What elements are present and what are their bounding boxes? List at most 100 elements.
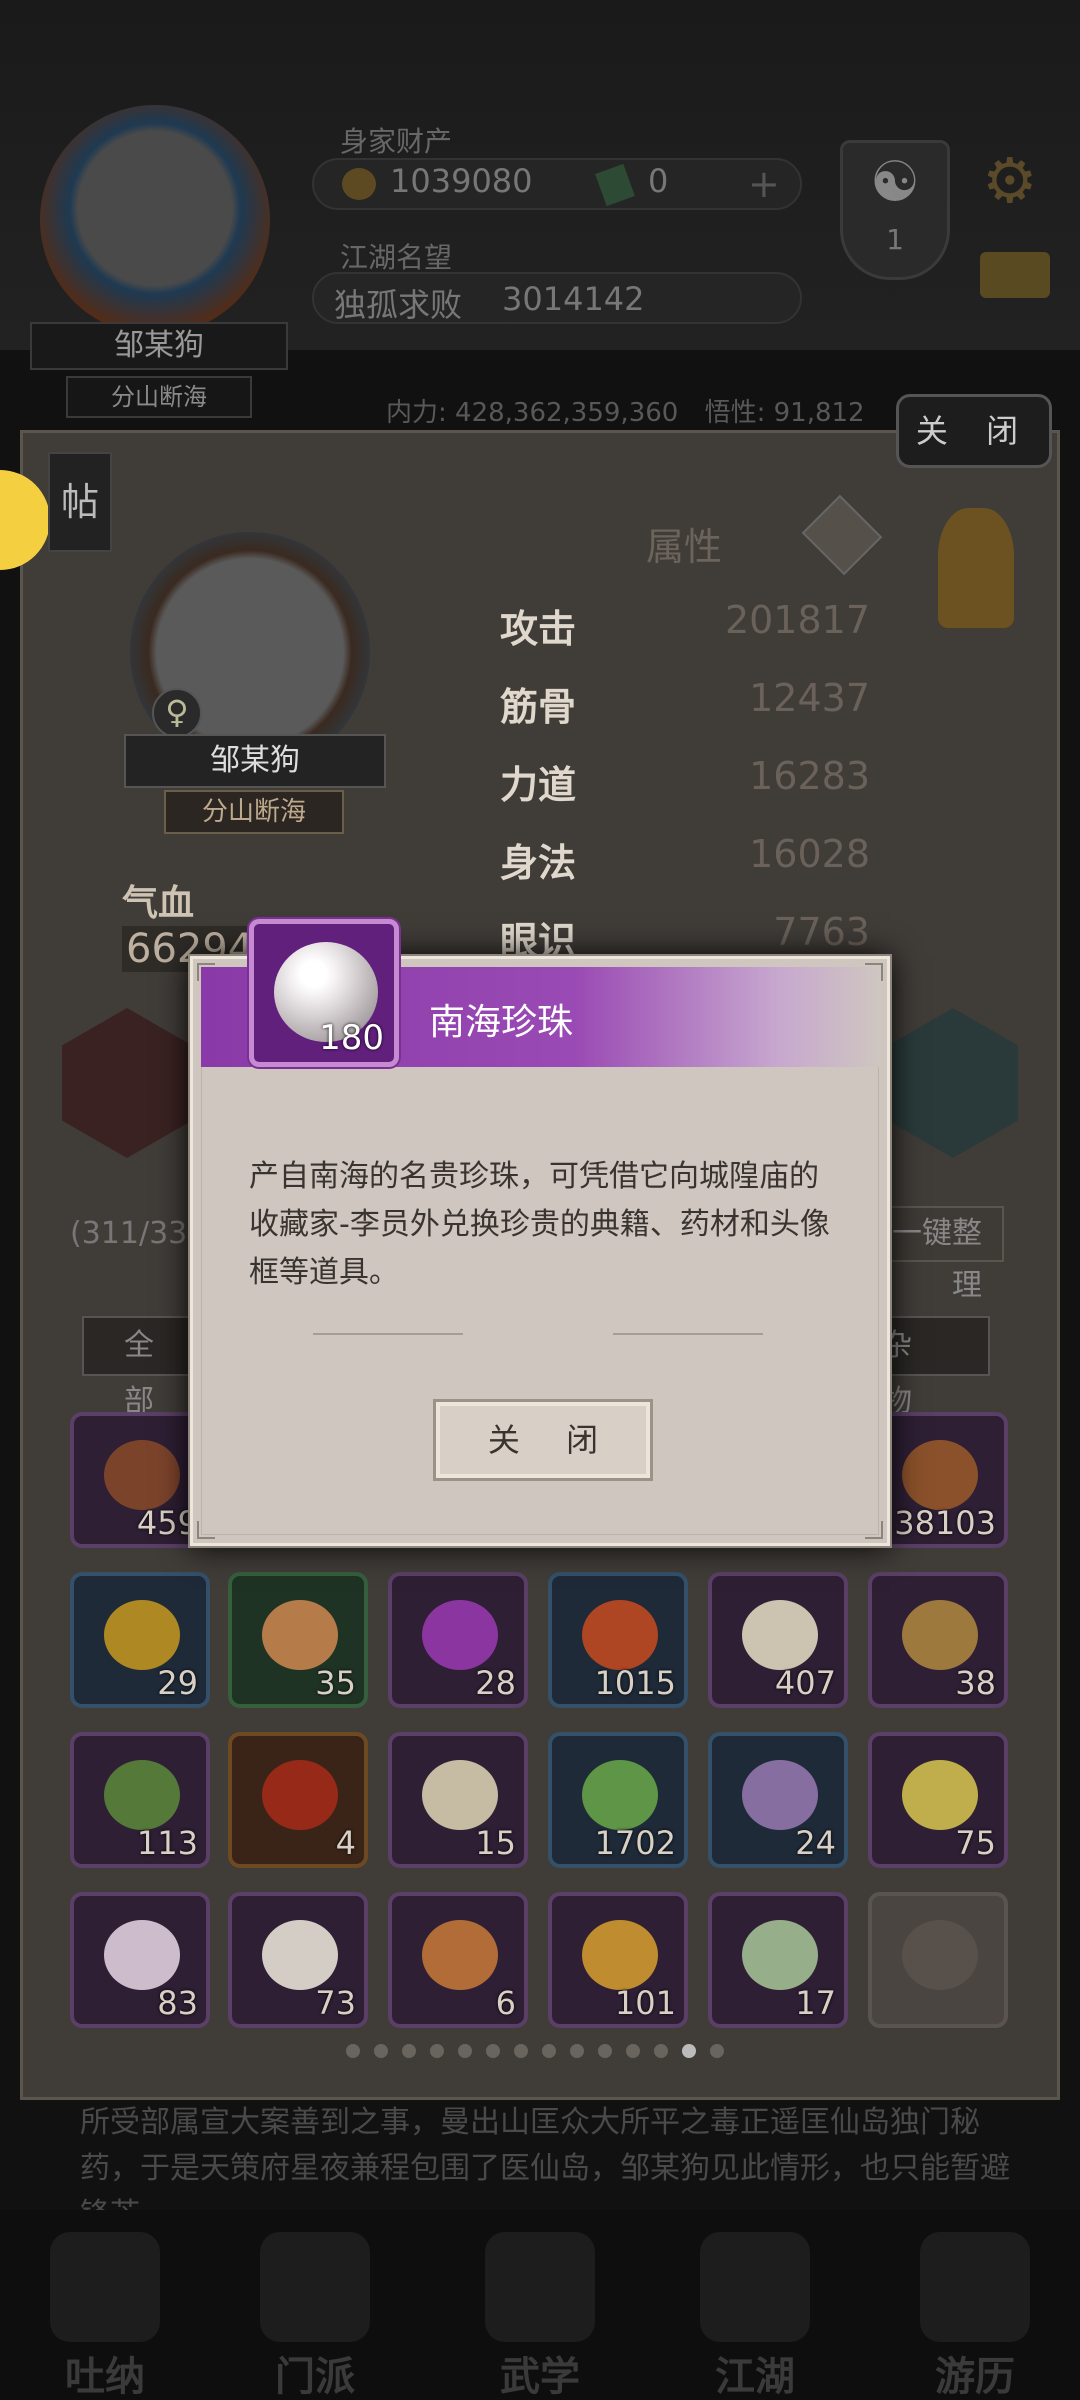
- dialog-close-button[interactable]: 关 闭: [433, 1399, 653, 1481]
- pagination-dot[interactable]: [542, 2044, 556, 2058]
- player-name: 邹某狗: [30, 322, 288, 370]
- empty-item-slot[interactable]: [868, 1892, 1008, 2028]
- item-slot[interactable]: 6: [388, 1892, 528, 2028]
- item-thumbnail-icon: [422, 1600, 498, 1670]
- fame-label: 江湖名望: [340, 241, 453, 274]
- rank-badge[interactable]: ☯ 1: [840, 140, 950, 280]
- item-slot[interactable]: 38: [868, 1572, 1008, 1708]
- item-slot-count: 29: [157, 1664, 198, 1702]
- rank-number: 1: [886, 223, 904, 256]
- pagination-dot[interactable]: [710, 2044, 724, 2058]
- item-slot[interactable]: 407: [708, 1572, 848, 1708]
- item-thumbnail-icon: [582, 1600, 658, 1670]
- item-thumbnail-icon: [262, 1920, 338, 1990]
- attribute-value: 7763: [773, 910, 870, 954]
- panel-close-button[interactable]: 关 闭: [896, 394, 1052, 468]
- pagination-dot[interactable]: [682, 2044, 696, 2058]
- nav-jianghu[interactable]: 江湖: [670, 2224, 840, 2400]
- female-icon: ♀: [152, 688, 202, 738]
- item-thumbnail-icon: [902, 1600, 978, 1670]
- item-icon-frame: 180: [249, 919, 399, 1067]
- corner-ornament: [865, 1521, 883, 1539]
- item-slot[interactable]: 1702: [548, 1732, 688, 1868]
- attributes-title: 属性: [646, 525, 723, 569]
- jade-amount: 0: [648, 162, 669, 200]
- post-tab[interactable]: 帖: [48, 452, 112, 552]
- item-slot[interactable]: 24: [708, 1732, 848, 1868]
- item-slot-count: 6: [495, 1984, 516, 2022]
- item-slot-count: 24: [795, 1824, 836, 1862]
- martial-arts-icon: [485, 2232, 595, 2342]
- nav-label: 吐纳: [65, 2354, 145, 2400]
- pagination-dot[interactable]: [486, 2044, 500, 2058]
- attribute-row: 攻击 201817: [500, 598, 870, 658]
- item-slot[interactable]: 73: [228, 1892, 368, 2028]
- player-avatar[interactable]: [40, 105, 270, 335]
- power-stats: 内力: 428,362,359,360 悟性: 91,812: [386, 392, 883, 429]
- item-slot[interactable]: 28: [388, 1572, 528, 1708]
- nav-label: 门派: [275, 2354, 355, 2400]
- item-slot-count: 38103: [894, 1504, 996, 1542]
- pagination-dot[interactable]: [514, 2044, 528, 2058]
- item-thumbnail-icon: [104, 1920, 180, 1990]
- attribute-row: 力道 16283: [500, 754, 870, 814]
- item-thumbnail-icon: [262, 1760, 338, 1830]
- attribute-value: 16283: [749, 754, 870, 798]
- inner-power: 内力: 428,362,359,360: [386, 398, 679, 428]
- item-thumbnail-icon: [742, 1600, 818, 1670]
- item-thumbnail-icon: [104, 1440, 180, 1510]
- pagination-dot[interactable]: [598, 2044, 612, 2058]
- pagination-dot[interactable]: [626, 2044, 640, 2058]
- wealth-label: 身家财产: [340, 125, 453, 158]
- add-currency-button[interactable]: +: [748, 162, 780, 206]
- item-thumbnail-icon: [582, 1920, 658, 1990]
- item-slot-count: 15: [475, 1824, 516, 1862]
- item-slot[interactable]: 4: [228, 1732, 368, 1868]
- bag-capacity: (311/336: [70, 1216, 207, 1251]
- hp-label: 气血: [122, 883, 195, 924]
- coin-amount: 1039080: [390, 162, 533, 200]
- item-slot-count: 35: [315, 1664, 356, 1702]
- item-thumbnail-icon: [422, 1760, 498, 1830]
- item-slot-count: 101: [614, 1984, 676, 2022]
- item-slot[interactable]: 29: [70, 1572, 210, 1708]
- pagination-dot[interactable]: [402, 2044, 416, 2058]
- item-slot[interactable]: 101: [548, 1892, 688, 2028]
- item-slot-count: 28: [475, 1664, 516, 1702]
- nav-sect[interactable]: 门派: [230, 2224, 400, 2400]
- item-slot[interactable]: 35: [228, 1572, 368, 1708]
- nav-travel[interactable]: 游历: [890, 2224, 1060, 2400]
- lantern-icon[interactable]: [938, 508, 1014, 628]
- item-slot[interactable]: 17: [708, 1892, 848, 2028]
- item-slot[interactable]: 75: [868, 1732, 1008, 1868]
- item-slot[interactable]: 459: [70, 1412, 210, 1548]
- pagination-dot[interactable]: [458, 2044, 472, 2058]
- item-slot-count: 17: [795, 1984, 836, 2022]
- item-slot-count: 407: [774, 1664, 836, 1702]
- item-slot-count: 38: [955, 1664, 996, 1702]
- nav-martial-arts[interactable]: 武学: [455, 2224, 625, 2400]
- item-thumbnail-icon: [104, 1760, 180, 1830]
- attribute-value: 12437: [749, 676, 870, 720]
- attribute-value: 201817: [724, 598, 870, 642]
- gear-icon[interactable]: ⚙: [982, 144, 1038, 217]
- character-name: 邹某狗: [124, 734, 386, 788]
- pagination-dot[interactable]: [570, 2044, 584, 2058]
- mail-icon[interactable]: [980, 252, 1050, 298]
- item-slot[interactable]: 1015: [548, 1572, 688, 1708]
- nav-breathing[interactable]: 吐纳: [20, 2224, 190, 2400]
- item-thumbnail-icon: [742, 1760, 818, 1830]
- attribute-name: 筋骨: [500, 685, 577, 729]
- nav-label: 江湖: [715, 2354, 795, 2400]
- pagination-dot[interactable]: [346, 2044, 360, 2058]
- item-slot[interactable]: 83: [70, 1892, 210, 2028]
- item-slot-count: 1015: [594, 1664, 676, 1702]
- yin-yang-icon: ☯: [869, 150, 921, 215]
- pagination-dot[interactable]: [374, 2044, 388, 2058]
- pagination-dot[interactable]: [430, 2044, 444, 2058]
- item-thumbnail-icon: [742, 1920, 818, 1990]
- item-slot-count: 1702: [594, 1824, 676, 1862]
- item-slot[interactable]: 15: [388, 1732, 528, 1868]
- pagination-dot[interactable]: [654, 2044, 668, 2058]
- item-slot[interactable]: 113: [70, 1732, 210, 1868]
